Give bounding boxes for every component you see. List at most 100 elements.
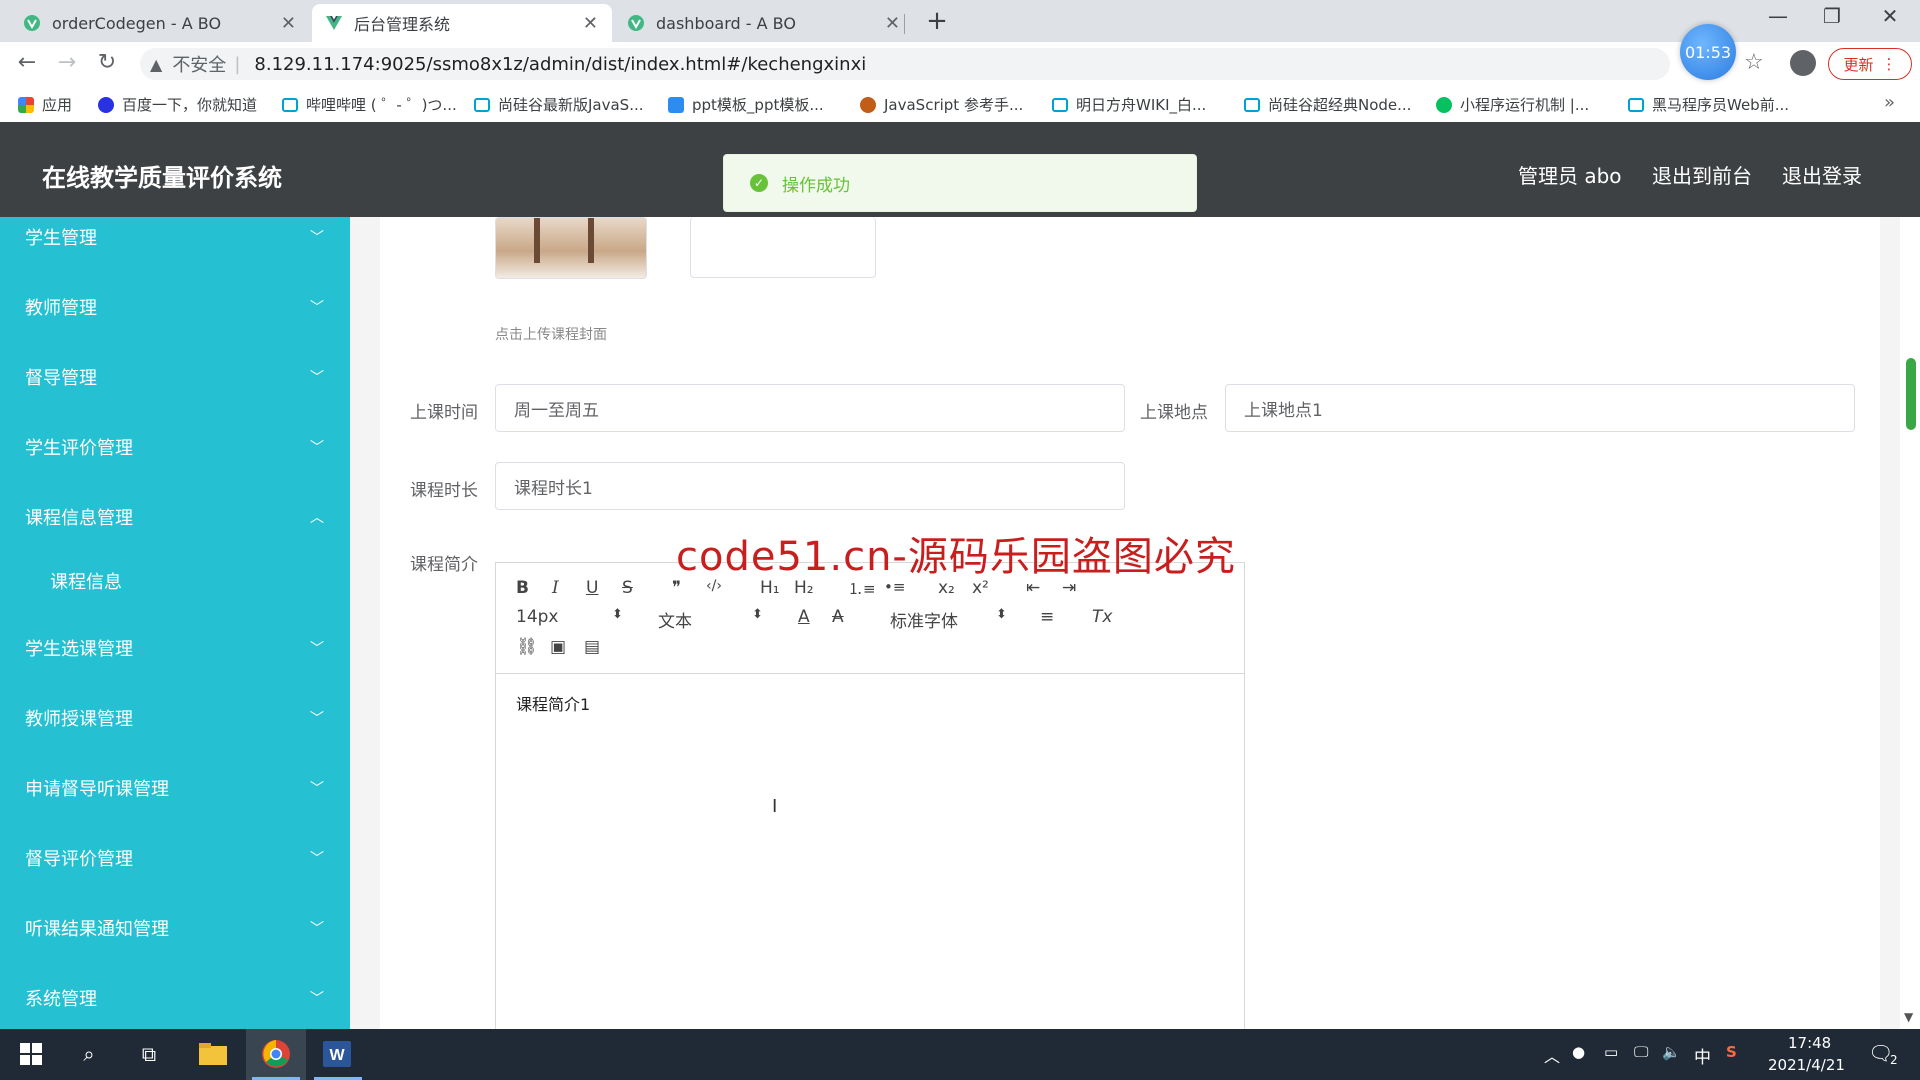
cover-upload-box[interactable] <box>690 217 876 278</box>
insecure-label: 不安全 <box>172 55 227 76</box>
bookmark-bilibili[interactable]: 哔哩哔哩 ( ゜- ゜)つ... <box>282 94 457 115</box>
background-color-icon[interactable]: A <box>832 607 844 627</box>
bookmark-javascript[interactable]: JavaScript 参考手... <box>860 94 1023 115</box>
tray-app-icon[interactable]: ● <box>1572 1043 1585 1061</box>
tab-title: 后台管理系统 <box>354 15 451 34</box>
underline-icon[interactable]: U <box>586 578 598 598</box>
editor-content[interactable]: 课程简介1 <box>516 691 590 715</box>
close-icon[interactable]: ✕ <box>583 13 598 34</box>
scroll-down-icon[interactable]: ▼ <box>1904 1010 1913 1024</box>
omnibox[interactable]: ▲ 不安全 | 8.129.11.174:9025/ssmo8x1z/admin… <box>140 48 1670 80</box>
timer-badge[interactable]: 01:53 <box>1680 24 1736 80</box>
bookmark-label: 尚硅谷最新版JavaS... <box>498 96 644 114</box>
course-intro-label: 课程简介 <box>410 555 478 575</box>
logout-link[interactable]: 退出登录 <box>1782 160 1862 189</box>
font-color-icon[interactable]: A <box>798 607 810 627</box>
class-location-input[interactable]: 上课地点1 <box>1225 384 1855 432</box>
align-icon[interactable]: ≡ <box>1040 607 1054 627</box>
page-scrollbar[interactable] <box>1904 326 1916 1026</box>
bookmark-arknights[interactable]: 明日方舟WIKI_白... <box>1052 94 1206 115</box>
url-text[interactable]: 8.129.11.174:9025/ssmo8x1z/admin/dist/in… <box>254 54 866 75</box>
sidebar-item-student-eval[interactable]: 学生评价管理 ﹀ <box>0 427 350 467</box>
bookmark-baidu[interactable]: 百度一下，你就知道 <box>98 94 257 115</box>
word-icon[interactable]: W <box>322 1039 352 1069</box>
strikethrough-icon[interactable]: S <box>622 578 633 598</box>
network-icon[interactable]: 🖵 <box>1634 1043 1648 1061</box>
course-cover-thumbnail[interactable] <box>495 217 647 279</box>
font-size-value: 14px <box>516 607 559 627</box>
chevron-down-icon: ﹀ <box>310 641 324 657</box>
divider: | <box>234 53 241 75</box>
link-icon[interactable]: ⛓ <box>516 637 538 657</box>
chevron-down-icon: ﹀ <box>310 440 324 456</box>
bookmarks-overflow-icon[interactable]: » <box>1884 92 1895 113</box>
font-family-select[interactable]: 标准字体 ⬍ <box>890 607 1007 632</box>
close-icon[interactable]: ✕ <box>885 13 900 34</box>
bilibili-icon <box>1628 97 1644 112</box>
sidebar-item-student[interactable]: 学生管理 ﹀ <box>0 217 350 257</box>
sidebar-item-audit-result[interactable]: 听课结果通知管理 ﹀ <box>0 908 350 948</box>
bold-icon[interactable]: B <box>516 578 529 598</box>
volume-icon[interactable]: 🔈 <box>1662 1043 1681 1061</box>
back-icon[interactable]: ← <box>12 50 42 75</box>
chrome-icon[interactable] <box>261 1039 291 1069</box>
sogou-ime-icon[interactable]: S <box>1726 1043 1737 1061</box>
bookmark-miniprogram[interactable]: 小程序运行机制 |... <box>1436 94 1589 115</box>
bookmarks-bar: 应用 百度一下，你就知道 哔哩哔哩 ( ゜- ゜)つ... 尚硅谷最新版Java… <box>0 86 1920 123</box>
bookmark-ppt[interactable]: ppt模板_ppt模板... <box>668 94 824 115</box>
bookmark-atguigu-java[interactable]: 尚硅谷最新版JavaS... <box>474 94 644 115</box>
sidebar-item-teaching[interactable]: 教师授课管理 ﹀ <box>0 698 350 738</box>
restore-icon[interactable]: ❐ <box>1812 4 1852 28</box>
bilibili-icon <box>1052 97 1068 112</box>
forward-icon[interactable]: → <box>52 50 82 75</box>
notification-count: 2 <box>1890 1053 1898 1067</box>
sidebar-item-audit-request[interactable]: 申请督导听课管理 ﹀ <box>0 768 350 808</box>
font-family-value: 标准字体 <box>890 612 958 632</box>
minimize-icon[interactable]: — <box>1758 4 1798 28</box>
rich-text-editor[interactable]: B I U S ❞ ‹/› H₁ H₂ ⒈≡ •≡ x₂ x² ⇤ ⇥ 14px… <box>495 562 1245 1029</box>
bookmark-heima[interactable]: 黑马程序员Web前... <box>1628 94 1789 115</box>
header-select[interactable]: 文本 ⬍ <box>658 607 763 632</box>
close-icon[interactable]: ✕ <box>281 13 296 34</box>
window-close-icon[interactable]: ✕ <box>1870 4 1910 28</box>
video-icon[interactable]: ▤ <box>584 637 600 657</box>
sidebar-item-supervisor-eval[interactable]: 督导评价管理 ﹀ <box>0 838 350 878</box>
new-tab-icon[interactable]: + <box>922 6 952 36</box>
success-check-icon: ✓ <box>750 174 768 192</box>
browser-tab-admin[interactable]: 后台管理系统 ✕ <box>312 4 612 42</box>
sidebar-subitem-course-info[interactable]: 课程信息 <box>0 561 350 601</box>
bookmark-atguigu-node[interactable]: 尚硅谷超经典Node... <box>1244 94 1411 115</box>
update-button[interactable]: 更新 ⋮ <box>1828 48 1912 80</box>
browser-tab-ordercodegen[interactable]: orderCodegen - A BO ✕ <box>10 4 310 42</box>
sidebar-item-course-info-mgmt[interactable]: 课程信息管理 ︿ <box>0 497 350 537</box>
sidebar-item-system[interactable]: 系统管理 ﹀ <box>0 978 350 1018</box>
sidebar-item-label: 系统管理 <box>25 989 97 1010</box>
image-icon[interactable]: ▣ <box>550 637 566 657</box>
font-size-select[interactable]: 14px ⬍ <box>516 607 623 627</box>
browser-tab-dashboard[interactable]: dashboard - A BO ✕ <box>614 4 914 42</box>
windows-start-icon[interactable] <box>16 1039 46 1069</box>
reload-icon[interactable]: ↻ <box>92 50 122 75</box>
battery-icon[interactable]: ▭ <box>1604 1043 1618 1061</box>
class-time-input[interactable]: 周一至周五 <box>495 384 1125 432</box>
clock-date[interactable]: 2021/4/21 <box>1768 1056 1845 1074</box>
tray-expand-icon[interactable]: ︿ <box>1544 1043 1560 1067</box>
bookmark-apps[interactable]: 应用 <box>18 94 72 115</box>
sidebar-item-label: 督导评价管理 <box>25 849 133 870</box>
clear-format-icon[interactable]: Tx <box>1092 607 1112 627</box>
file-explorer-icon[interactable] <box>198 1039 228 1069</box>
exit-to-frontend-link[interactable]: 退出到前台 <box>1652 160 1752 189</box>
search-icon[interactable]: ⌕ <box>74 1039 104 1069</box>
course-duration-input[interactable]: 课程时长1 <box>495 462 1125 510</box>
sidebar-item-teacher[interactable]: 教师管理 ﹀ <box>0 287 350 327</box>
italic-icon[interactable]: I <box>552 578 559 598</box>
admin-user-link[interactable]: 管理员 abo <box>1518 160 1622 189</box>
sidebar-item-supervisor[interactable]: 督导管理 ﹀ <box>0 357 350 397</box>
sidebar-item-course-selection[interactable]: 学生选课管理 ﹀ <box>0 628 350 668</box>
profile-icon[interactable] <box>1790 50 1816 76</box>
star-icon[interactable]: ☆ <box>1744 50 1764 75</box>
scrollbar-thumb[interactable] <box>1906 358 1916 430</box>
clock-time[interactable]: 17:48 <box>1788 1034 1831 1052</box>
ime-indicator[interactable]: 中 <box>1694 1043 1711 1068</box>
task-view-icon[interactable]: ⧉ <box>134 1039 164 1069</box>
